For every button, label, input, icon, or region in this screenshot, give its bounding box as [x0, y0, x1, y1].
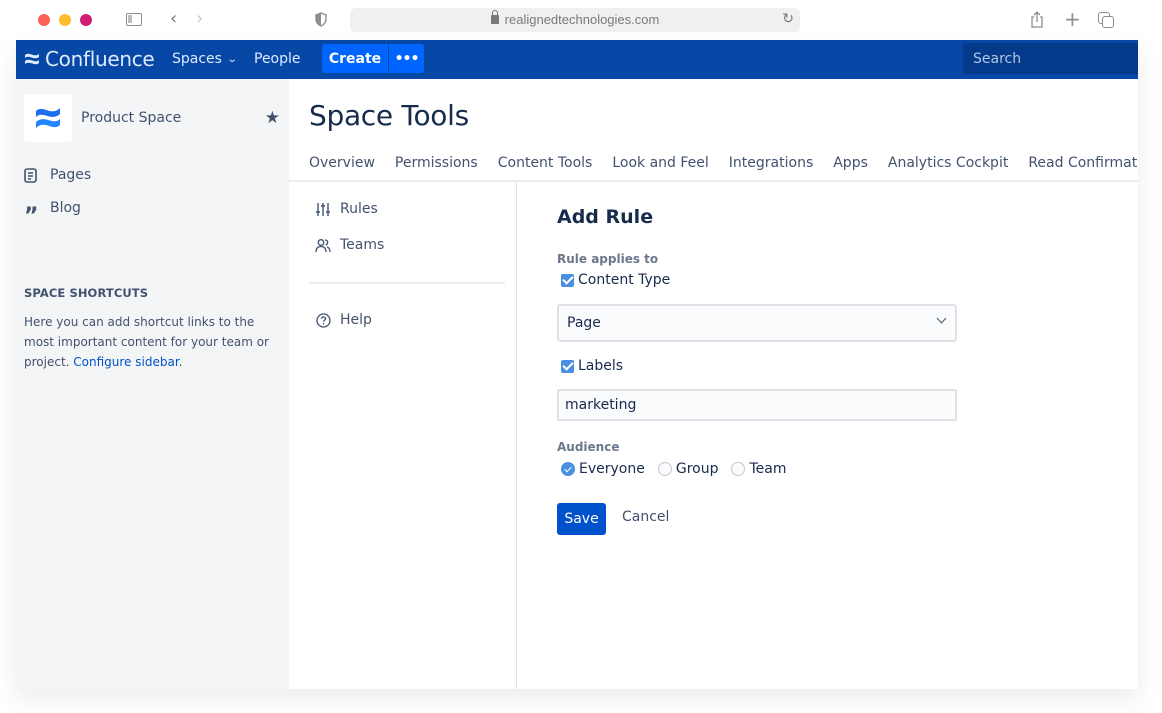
subnav-item-label: Rules [340, 201, 378, 217]
subnav-item-rules[interactable]: Rules [315, 201, 378, 217]
labels-label: Labels [578, 358, 624, 374]
space-logo-icon [36, 108, 60, 128]
nav-spaces-label: Spaces [172, 51, 222, 67]
share-icon[interactable] [1030, 11, 1044, 31]
labels-checkbox[interactable] [561, 359, 574, 373]
subnav-item-teams[interactable]: Teams [315, 237, 384, 253]
tab-read-confirmations[interactable]: Read Confirmations [1028, 155, 1138, 171]
more-create-options-button[interactable]: ••• [389, 44, 424, 73]
radio-label: Team [749, 461, 787, 477]
audience-radio-team[interactable] [731, 462, 746, 476]
content-type-checkbox[interactable] [561, 273, 574, 287]
read-confirmations-subnav: Rules Teams Help [309, 182, 517, 689]
privacy-shield-icon[interactable] [315, 12, 327, 27]
minimize-window-button[interactable] [59, 14, 71, 26]
sliders-icon [315, 201, 331, 217]
labels-input[interactable] [557, 389, 957, 421]
form-title: Add Rule [557, 206, 654, 228]
create-button-group: Create ••• [322, 44, 424, 73]
chevron-down-icon: ⌄ [226, 54, 238, 65]
nav-people-link[interactable]: People [254, 51, 301, 67]
forward-icon[interactable]: › [196, 10, 203, 28]
labels-checkbox-row[interactable]: Labels [561, 358, 623, 374]
content-type-checkbox-row[interactable]: Content Type [561, 272, 670, 288]
space-sidebar: Product Space ★ Pages ” Blog SPACE SHORT… [16, 79, 296, 689]
content-type-label: Content Type [578, 272, 671, 288]
tab-content-tools[interactable]: Content Tools [498, 155, 593, 171]
reload-icon[interactable]: ↻ [782, 11, 794, 27]
subnav-item-label: Teams [340, 237, 385, 253]
lock-icon [490, 10, 499, 24]
audience-radio-group-option[interactable] [657, 462, 672, 476]
audience-option-group[interactable]: Group [657, 461, 719, 477]
content-type-selected-value: Page [567, 315, 601, 331]
rule-applies-label: Rule applies to [557, 252, 659, 266]
brand-name: Confluence [45, 47, 155, 71]
space-avatar[interactable] [24, 94, 72, 142]
new-tab-icon[interactable]: + [1064, 9, 1081, 29]
tab-permissions[interactable]: Permissions [395, 155, 478, 171]
confluence-logo[interactable]: Confluence [24, 47, 155, 71]
space-name[interactable]: Product Space [81, 110, 265, 126]
audience-option-everyone[interactable]: Everyone [561, 461, 645, 477]
subnav-item-help[interactable]: Help [315, 312, 372, 328]
radio-label: Group [675, 461, 719, 477]
back-icon[interactable]: ‹ [170, 10, 177, 28]
subnav-item-label: Help [340, 312, 372, 328]
people-icon [315, 237, 331, 253]
space-tools-tabs: Overview Permissions Content Tools Look … [309, 155, 1138, 171]
search-box [963, 43, 1138, 74]
create-button[interactable]: Create [322, 44, 388, 73]
sidebar-toggle-icon[interactable] [126, 13, 142, 26]
audience-radio-group: Everyone Group Team [561, 461, 799, 477]
cancel-button[interactable]: Cancel [622, 509, 669, 525]
search-input[interactable] [963, 43, 1138, 74]
page-title: Space Tools [309, 99, 469, 132]
save-button[interactable]: Save [557, 503, 606, 535]
zoom-window-button[interactable] [80, 14, 92, 26]
star-icon[interactable]: ★ [265, 108, 280, 128]
address-bar[interactable]: realignedtechnologies.com ↻ [350, 8, 800, 32]
url-text: realignedtechnologies.com [504, 12, 660, 27]
sidebar-item-pages[interactable]: Pages [24, 166, 92, 187]
tab-apps[interactable]: Apps [833, 155, 868, 171]
chevron-down-icon [936, 313, 947, 324]
sidebar-item-label: Blog [50, 200, 81, 216]
audience-option-team[interactable]: Team [731, 461, 786, 477]
audience-radio-everyone[interactable] [561, 462, 575, 476]
space-header: Product Space ★ [24, 94, 282, 142]
content-type-select[interactable]: Page [557, 304, 957, 342]
tab-overview[interactable]: Overview [309, 155, 375, 171]
space-shortcuts-text: Here you can add shortcut links to the m… [24, 312, 284, 372]
shortcuts-suffix: . [178, 355, 183, 369]
browser-toolbar: ‹ › realignedtechnologies.com ↻ + [0, 0, 1162, 40]
confluence-logo-icon [25, 53, 39, 65]
audience-label: Audience [557, 440, 620, 454]
sidebar-item-label: Pages [50, 166, 92, 183]
main-content: Space Tools Overview Permissions Content… [289, 79, 1138, 689]
tab-overview-icon[interactable] [1098, 12, 1114, 28]
quote-icon: ” [24, 204, 39, 229]
subnav-divider [309, 282, 505, 284]
top-nav: Confluence Spaces ⌄ People Create ••• [16, 40, 1138, 79]
tab-integrations[interactable]: Integrations [729, 155, 813, 171]
tab-analytics-cockpit[interactable]: Analytics Cockpit [888, 155, 1008, 171]
close-window-button[interactable] [38, 14, 50, 26]
app-window: Confluence Spaces ⌄ People Create ••• Pro… [16, 40, 1138, 689]
radio-label: Everyone [579, 461, 645, 477]
nav-spaces-dropdown[interactable]: Spaces ⌄ [172, 51, 238, 67]
tab-look-and-feel[interactable]: Look and Feel [612, 155, 708, 171]
help-icon [315, 312, 331, 328]
configure-sidebar-link[interactable]: Configure sidebar [73, 355, 178, 369]
sidebar-item-blog[interactable]: ” Blog [24, 200, 81, 228]
space-shortcuts-heading: SPACE SHORTCUTS [24, 286, 149, 300]
page-icon [24, 168, 42, 187]
